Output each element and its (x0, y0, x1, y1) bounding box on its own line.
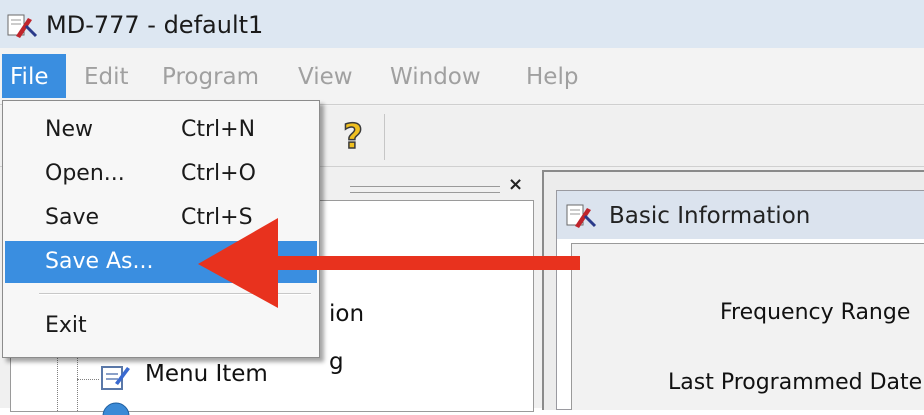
close-icon[interactable]: × (508, 174, 523, 195)
tree-item-menu-item[interactable]: Menu Item (145, 361, 268, 387)
file-menu-dropdown: New Ctrl+N Open... Ctrl+O Save Ctrl+S Sa… (2, 100, 320, 358)
tree-connector (77, 379, 99, 380)
menu-file[interactable]: File (2, 54, 66, 98)
app-icon (7, 14, 38, 38)
document-pencil-icon (101, 366, 130, 390)
menu-view[interactable]: View (298, 64, 353, 90)
menu-item-save[interactable]: Save Ctrl+S (5, 197, 317, 239)
basic-information-window: Basic Information Frequency Range Last P… (556, 190, 924, 410)
globe-icon (102, 402, 130, 415)
basic-information-form: Frequency Range Last Programmed Date (571, 243, 924, 410)
last-programmed-date-label: Last Programmed Date (668, 370, 923, 395)
window-title: MD-777 - default1 (46, 11, 264, 39)
menu-help[interactable]: Help (526, 64, 578, 90)
menu-item-save-as[interactable]: Save As... (5, 241, 317, 283)
menu-bar: File Edit Program View Window Help (0, 48, 924, 106)
menu-window[interactable]: Window (390, 64, 481, 90)
menu-item-new[interactable]: New Ctrl+N (5, 109, 317, 151)
toolbar-divider (384, 114, 385, 160)
help-icon[interactable]: ? (336, 116, 370, 156)
title-bar: MD-777 - default1 (0, 0, 924, 48)
app-icon (566, 204, 597, 228)
menu-program[interactable]: Program (162, 64, 259, 90)
child-title-bar[interactable]: Basic Information (557, 191, 924, 239)
svg-text:?: ? (343, 117, 363, 156)
frequency-range-label: Frequency Range (720, 300, 911, 325)
menu-separator (39, 293, 311, 295)
tree-item-label-partial[interactable]: ion (329, 301, 364, 327)
menu-item-open[interactable]: Open... Ctrl+O (5, 153, 317, 195)
panel-grip[interactable] (350, 186, 500, 193)
tree-item-label-partial[interactable]: g (329, 349, 344, 375)
menu-item-exit[interactable]: Exit (5, 305, 317, 347)
menu-edit[interactable]: Edit (84, 64, 129, 90)
child-window-title: Basic Information (609, 203, 811, 229)
